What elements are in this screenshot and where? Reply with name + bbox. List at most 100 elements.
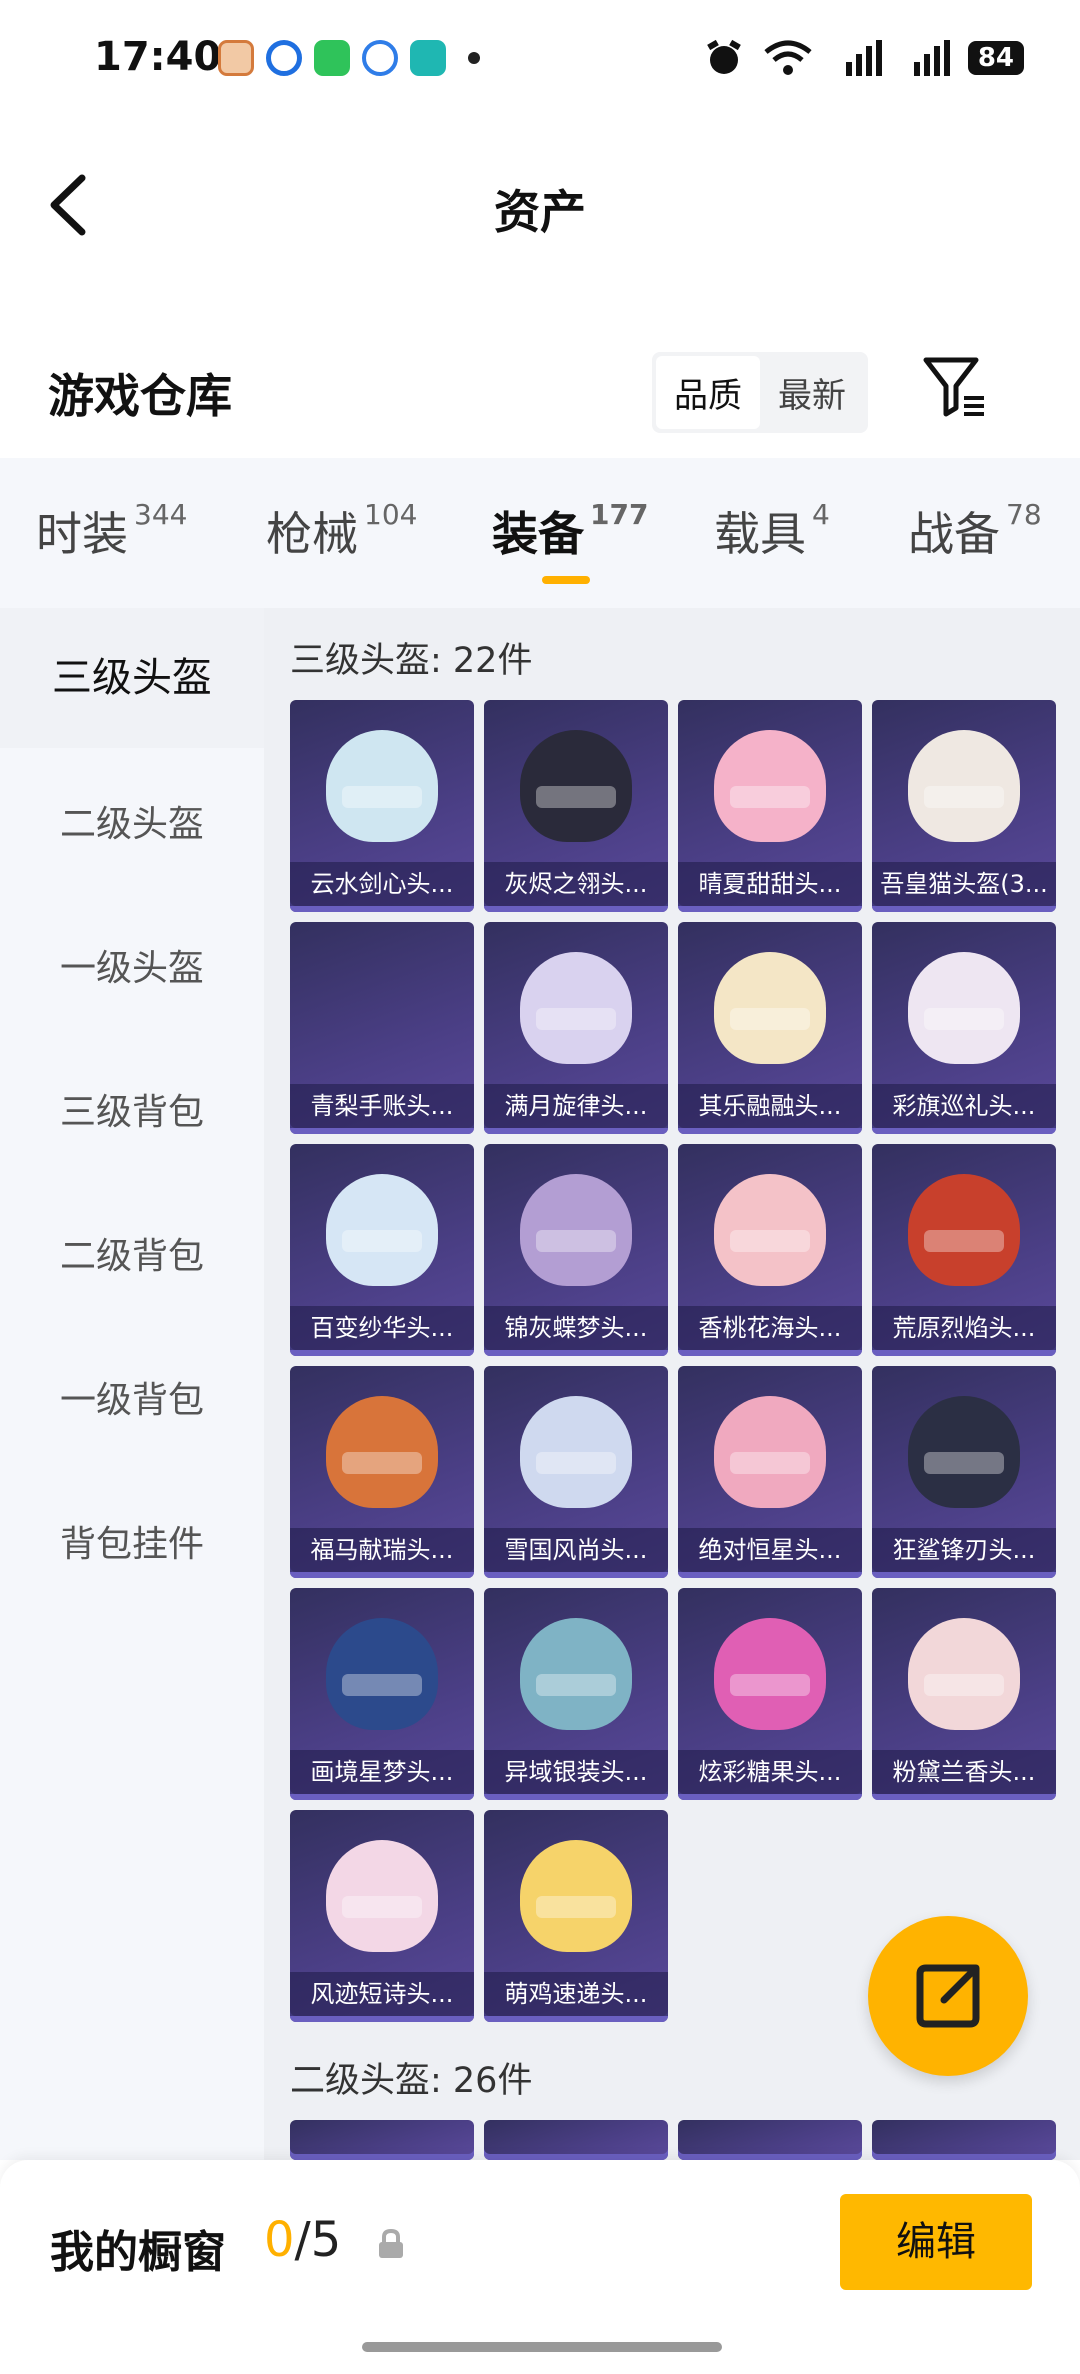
item-card[interactable]: 锦灰蝶梦头... [484,1144,668,1356]
item-card[interactable] [872,2120,1056,2160]
helmet-visor [536,786,616,808]
tab-vehicles[interactable]: 载具 4 [714,498,830,564]
section-title: 二级头盔: 26件 [290,2061,533,2101]
item-card[interactable] [484,2120,668,2160]
item-name: 其乐融融头... [678,1084,862,1128]
item-card[interactable] [678,2120,862,2160]
side-nav-item-level1-backpack[interactable]: 一级背包 [0,1366,264,1436]
item-card[interactable]: 香桃花海头... [678,1144,862,1356]
item-name: 香桃花海头... [678,1306,862,1350]
item-card[interactable]: 百变纱华头... [290,1144,474,1356]
tab-gear[interactable]: 战备 78 [908,498,1042,564]
helmet-visor [342,786,422,808]
tab-label: 装备 [492,507,584,561]
item-card[interactable]: 荒原烈焰头... [872,1144,1056,1356]
helmet-visor [342,1230,422,1252]
showcase-total: /5 [294,2212,342,2268]
item-card[interactable]: 炫彩糖果头... [678,1588,862,1800]
item-card[interactable]: 其乐融融头... [678,922,862,1134]
item-name: 锦灰蝶梦头... [484,1306,668,1350]
item-card[interactable]: 异域银装头... [484,1588,668,1800]
item-name: 雪国风尚头... [484,1528,668,1572]
helmet-visor [924,786,1004,808]
item-card[interactable]: 晴夏甜甜头... [678,700,862,912]
warehouse-title: 游戏仓库 [48,369,232,423]
item-name: 云水剑心头... [290,862,474,906]
tab-label: 时装 [36,507,128,561]
item-name: 绝对恒星头... [678,1528,862,1572]
helmet-visor [730,786,810,808]
item-card[interactable]: 灰烬之翎头... [484,700,668,912]
sort-quality-option[interactable]: 品质 [656,356,760,429]
helmet-visor [342,1896,422,1918]
alarm-icon [706,39,741,74]
app-notification-icon [218,40,254,76]
helmet-visor [536,1674,616,1696]
side-nav-item-level1-helmet[interactable]: 一级头盔 [0,934,264,1004]
item-card[interactable]: 吾皇猫头盔(3... [872,700,1056,912]
message-app-icon [314,40,350,76]
side-nav-item-backpack-charm[interactable]: 背包挂件 [0,1510,264,1580]
item-name: 异域银装头... [484,1750,668,1794]
item-card[interactable]: 云水剑心头... [290,700,474,912]
helmet-visor [536,1452,616,1474]
tab-fashion[interactable]: 时装 344 [36,498,187,564]
item-card[interactable]: 青梨手账头... [290,922,474,1134]
signal-5g-icon [913,40,950,76]
showcase-current: 0 [264,2212,295,2268]
sort-toggle[interactable]: 品质 最新 [652,352,868,433]
item-card[interactable]: 福马献瑞头... [290,1366,474,1578]
item-name: 粉黛兰香头... [872,1750,1056,1794]
category-tabs: 时装 344 枪械 104 装备 177 载具 4 战备 78 [0,458,1080,608]
item-name: 彩旗巡礼头... [872,1084,1056,1128]
boss-app-icon [410,40,446,76]
filter-icon[interactable] [920,352,990,422]
item-card[interactable]: 粉黛兰香头... [872,1588,1056,1800]
side-nav-item-level3-helmet[interactable]: 三级头盔 [0,608,264,748]
status-time: 17:40 [94,34,222,80]
app-notification-icon [266,40,302,76]
item-card[interactable]: 雪国风尚头... [484,1366,668,1578]
status-bar: 17:40 84 [0,0,1080,120]
tab-count: 344 [134,498,188,531]
side-nav-item-level3-backpack[interactable]: 三级背包 [0,1078,264,1148]
sort-newest-option[interactable]: 最新 [760,356,864,429]
helmet-visor [342,1452,422,1474]
lock-icon [379,2228,403,2258]
tab-count: 78 [1006,498,1042,531]
item-name: 风迹短诗头... [290,1972,474,2016]
item-name: 百变纱华头... [290,1306,474,1350]
item-card[interactable]: 萌鸡速递头... [484,1810,668,2022]
item-name: 画境星梦头... [290,1750,474,1794]
item-name: 吾皇猫头盔(3... [872,862,1056,906]
item-card[interactable]: 画境星梦头... [290,1588,474,1800]
helmet-visor [536,1896,616,1918]
tab-weapons[interactable]: 枪械 104 [266,498,417,564]
item-card[interactable]: 狂鲨锋刃头... [872,1366,1056,1578]
tab-label: 枪械 [266,507,358,561]
item-name: 狂鲨锋刃头... [872,1528,1056,1572]
item-name: 灰烬之翎头... [484,862,668,906]
home-indicator [362,2342,722,2352]
showcase-count: 0/5 [264,2212,341,2268]
side-nav-item-level2-backpack[interactable]: 二级背包 [0,1222,264,1292]
share-button[interactable] [868,1916,1028,2076]
helmet-visor [924,1452,1004,1474]
item-name: 炫彩糖果头... [678,1750,862,1794]
helmet-visor [924,1674,1004,1696]
item-name: 荒原烈焰头... [872,1306,1056,1350]
tab-label: 载具 [714,507,806,561]
edit-button[interactable]: 编辑 [840,2194,1032,2290]
item-name: 福马献瑞头... [290,1528,474,1572]
tab-count: 104 [364,498,418,531]
tab-count: 4 [812,498,830,531]
signal-5g-icon [845,40,882,76]
tab-equipment[interactable]: 装备 177 [492,498,648,584]
item-card[interactable]: 满月旋律头... [484,922,668,1134]
item-card[interactable] [290,2120,474,2160]
side-nav-item-level2-helmet[interactable]: 二级头盔 [0,790,264,860]
item-card[interactable]: 风迹短诗头... [290,1810,474,2022]
item-card[interactable]: 绝对恒星头... [678,1366,862,1578]
notification-icons [218,40,480,76]
item-card[interactable]: 彩旗巡礼头... [872,922,1056,1134]
